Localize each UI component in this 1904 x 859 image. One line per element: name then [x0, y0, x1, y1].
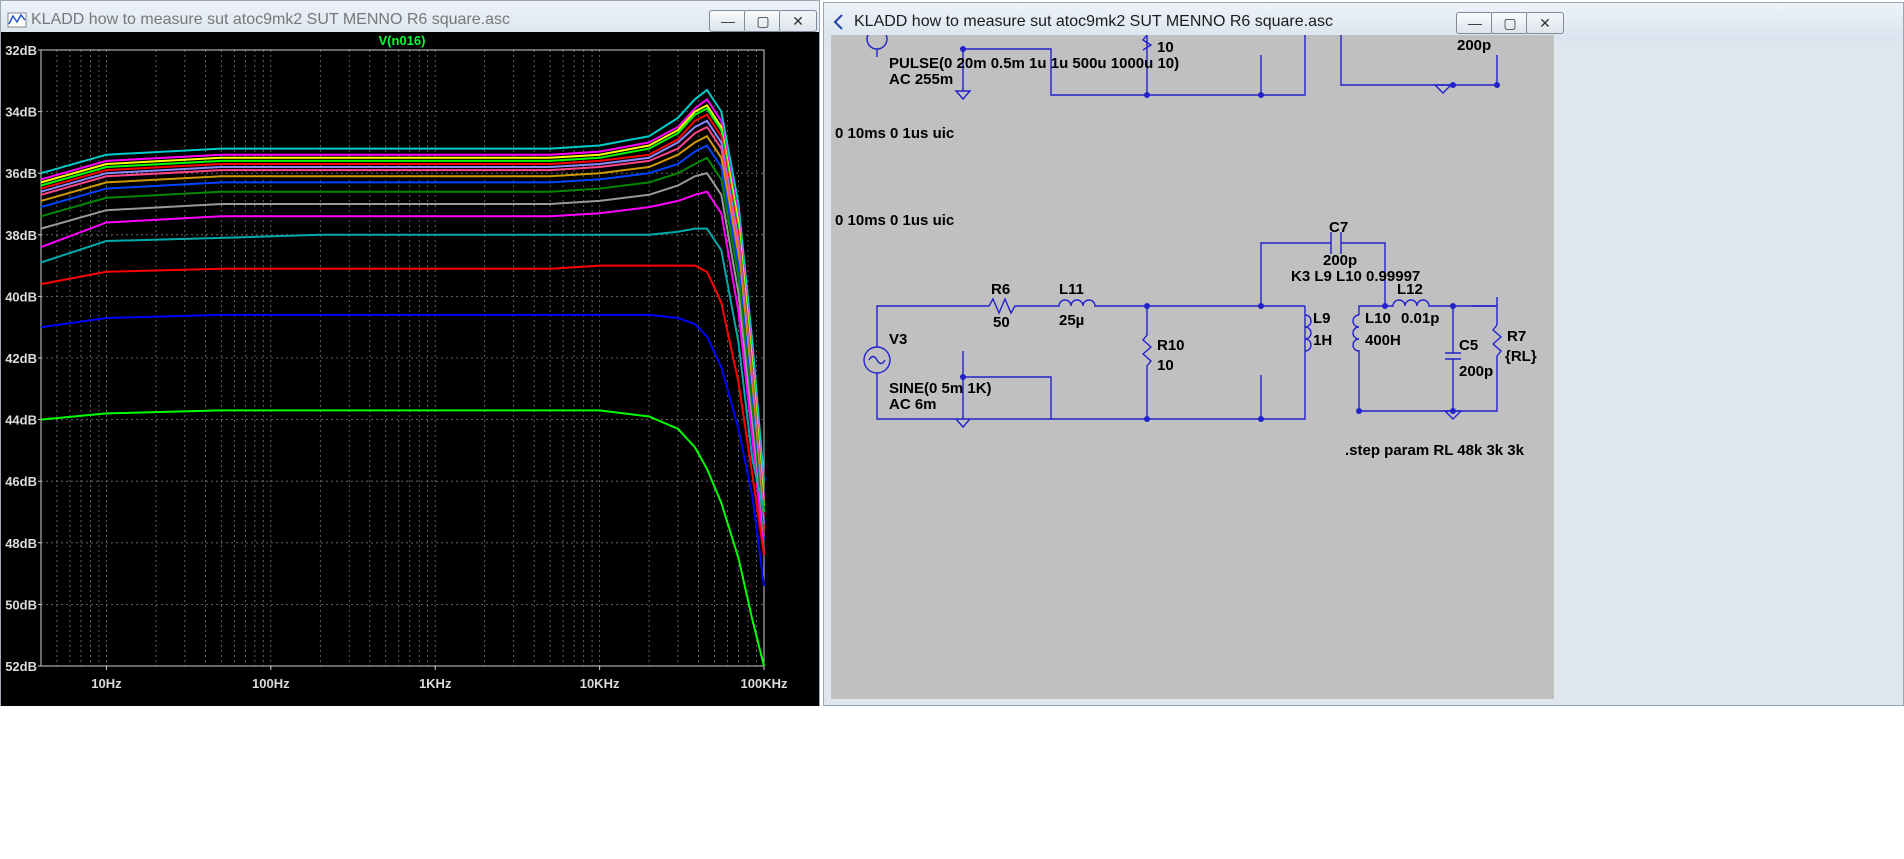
- schematic-drawing[interactable]: PULSE(0 20m 0.5m 1u 1u 500u 1000u 10) AC…: [831, 28, 1554, 699]
- top-resistor-value[interactable]: 10: [1157, 39, 1174, 56]
- plot-traces: [40, 88, 765, 667]
- minimize-button[interactable]: —: [1456, 12, 1494, 34]
- plot-pane[interactable]: V(n016) 32dB 34dB 36dB 38dB 40dB 42dB 44dB 46dB…: [1, 32, 819, 706]
- trace-15: [40, 313, 765, 587]
- maximize-button[interactable]: ▢: [1491, 12, 1529, 34]
- y-tick-label: 52dB: [5, 659, 37, 674]
- l9-value[interactable]: 1H: [1313, 332, 1332, 349]
- x-tick-label: 10KHz: [580, 676, 620, 691]
- y-tick-label: 40dB: [5, 289, 37, 304]
- waveform-window: KLADD how to measure sut atoc9mk2 SUT ME…: [0, 0, 820, 706]
- l10-value[interactable]: 400H: [1365, 332, 1401, 349]
- x-tick-label: 100KHz: [741, 676, 788, 691]
- top-circuit: PULSE(0 20m 0.5m 1u 1u 500u 1000u 10) AC…: [866, 28, 1500, 101]
- trace-1: [40, 88, 765, 482]
- trace-2: [40, 97, 765, 500]
- r10-label[interactable]: R10: [1157, 337, 1185, 354]
- trace-label[interactable]: V(n016): [379, 33, 426, 48]
- trace-16: [40, 409, 765, 667]
- c5-value[interactable]: 200p: [1459, 363, 1493, 380]
- y-tick-label: 44dB: [5, 413, 37, 428]
- l12-label[interactable]: L12: [1397, 281, 1423, 298]
- close-button[interactable]: ✕: [779, 10, 817, 32]
- v3-label[interactable]: V3: [889, 331, 907, 348]
- c7-label[interactable]: C7: [1329, 219, 1348, 236]
- x-tick-label: 1KHz: [419, 676, 452, 691]
- v3-ac[interactable]: AC 6m: [889, 396, 937, 413]
- l11-value[interactable]: 25µ: [1059, 312, 1084, 329]
- y-tick-label: 48dB: [5, 536, 37, 551]
- trace-11: [40, 172, 765, 553]
- y-tick-label: 36dB: [5, 166, 37, 181]
- top-cap-value[interactable]: 200p: [1457, 37, 1491, 54]
- x-axis-labels: 10Hz 100Hz 1KHz 10KHz 100KHz: [91, 666, 788, 691]
- tran-directive-1[interactable]: 0 10ms 0 1us uic: [835, 125, 954, 142]
- step-directive[interactable]: .step param RL 48k 3k 3k: [1345, 442, 1525, 459]
- x-tick-label: 10Hz: [91, 676, 122, 691]
- trace-7: [40, 125, 765, 531]
- bode-plot[interactable]: V(n016) 32dB 34dB 36dB 38dB 40dB 42dB 44dB 46dB…: [1, 32, 819, 706]
- ltspice-icon: [833, 14, 843, 30]
- y-tick-label: 42dB: [5, 351, 37, 366]
- r10-value[interactable]: 10: [1157, 357, 1174, 374]
- y-tick-label: 50dB: [5, 597, 37, 612]
- schematic-window: KLADD how to measure sut atoc9mk2 SUT ME…: [823, 2, 1904, 706]
- pulse-netlist[interactable]: PULSE(0 20m 0.5m 1u 1u 500u 1000u 10): [889, 55, 1179, 72]
- r6-label[interactable]: R6: [991, 281, 1010, 298]
- ac-netlist[interactable]: AC 255m: [889, 71, 953, 88]
- close-button[interactable]: ✕: [1526, 12, 1564, 34]
- v3-sine[interactable]: SINE(0 5m 1K): [889, 380, 992, 397]
- tran-directive-2[interactable]: 0 10ms 0 1us uic: [835, 212, 954, 229]
- y-tick-label: 38dB: [5, 228, 37, 243]
- y-tick-label: 46dB: [5, 474, 37, 489]
- y-tick-label: 34dB: [5, 105, 37, 120]
- l10-label[interactable]: L10: [1365, 310, 1391, 327]
- r6-value[interactable]: 50: [993, 314, 1010, 331]
- x-tick-label: 100Hz: [252, 676, 290, 691]
- trace-4: [40, 107, 765, 513]
- c5-label[interactable]: C5: [1459, 337, 1478, 354]
- l9-label[interactable]: L9: [1313, 310, 1331, 327]
- r7-value[interactable]: {RL}: [1505, 348, 1537, 365]
- maximize-button[interactable]: ▢: [744, 10, 782, 32]
- r7-label[interactable]: R7: [1507, 328, 1526, 345]
- schematic-canvas[interactable]: PULSE(0 20m 0.5m 1u 1u 500u 1000u 10) AC…: [831, 28, 1554, 699]
- trace-12: [40, 190, 765, 556]
- main-circuit: [863, 232, 1503, 429]
- y-axis-labels: 32dB 34dB 36dB 38dB 40dB 42dB 44dB 46dB 48dB 50dB…: [5, 43, 41, 674]
- y-tick-label: 32dB: [5, 43, 37, 58]
- minimize-button[interactable]: —: [709, 10, 747, 32]
- c7-value[interactable]: 200p: [1323, 252, 1357, 269]
- l11-label[interactable]: L11: [1059, 281, 1084, 298]
- l12-value[interactable]: 0.01p: [1401, 310, 1439, 327]
- app-icon: [7, 12, 27, 28]
